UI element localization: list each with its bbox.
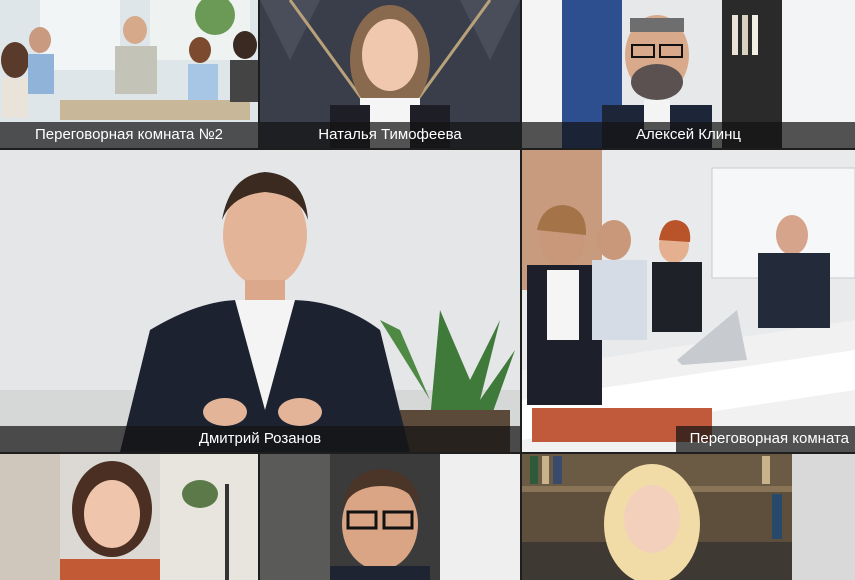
video-tile-participant-7[interactable] [260, 454, 520, 580]
video-tile-participant-6[interactable] [0, 454, 258, 580]
video-feed [522, 150, 855, 452]
participant-name-label: Дмитрий Розанов [0, 426, 520, 452]
video-feed [0, 150, 520, 452]
video-tile-natalia[interactable]: Наталья Тимофеева [260, 0, 520, 148]
participant-name-label: Переговорная комната [675, 426, 855, 452]
video-feed [0, 454, 258, 580]
participant-name-label: Переговорная комната №2 [0, 122, 258, 148]
participant-name-label: Алексей Клинц [522, 122, 855, 148]
video-tile-room-2[interactable]: Переговорная комната №2 [0, 0, 258, 148]
video-feed [522, 454, 855, 580]
video-tile-alexey[interactable]: Алексей Клинц [522, 0, 855, 148]
video-tile-participant-8[interactable] [522, 454, 855, 580]
video-gallery: Переговорная комната №2 Наталья Тимофеев… [0, 0, 855, 580]
participant-name-label: Наталья Тимофеева [260, 122, 520, 148]
video-tile-conference-room[interactable]: Переговорная комната [522, 150, 855, 452]
video-tile-dmitry[interactable]: Дмитрий Розанов [0, 150, 520, 452]
video-feed [260, 454, 520, 580]
